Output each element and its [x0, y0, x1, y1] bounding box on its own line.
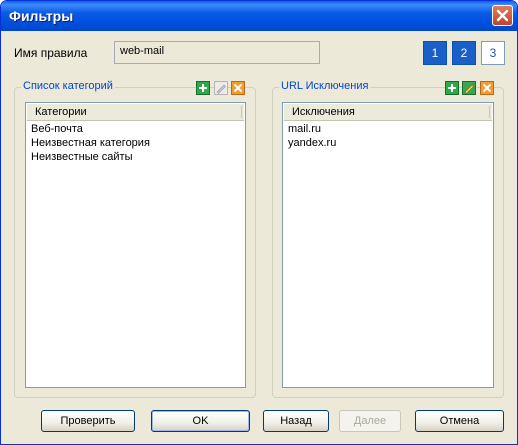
edit-exception-button[interactable]: [462, 81, 476, 95]
step-button-2[interactable]: 2: [452, 41, 476, 65]
list-item[interactable]: yandex.ru: [288, 136, 336, 150]
exceptions-group-title: URL Исключения: [279, 80, 371, 92]
window-title: Фильтры: [9, 8, 74, 24]
step-button-1[interactable]: 1: [423, 41, 447, 65]
cancel-button[interactable]: Отмена: [415, 410, 504, 432]
ok-button[interactable]: OK: [151, 410, 250, 432]
edit-icon: [214, 81, 228, 95]
list-item[interactable]: Веб-почта: [31, 122, 150, 136]
delete-category-button[interactable]: [231, 81, 245, 95]
next-button[interactable]: Далее: [339, 410, 401, 432]
add-exception-button[interactable]: [445, 81, 459, 95]
filters-dialog: Фильтры Имя правила web-mail 1 2 3 Списо…: [0, 0, 518, 445]
close-button[interactable]: [492, 5, 513, 26]
add-icon: [445, 81, 459, 95]
exceptions-list[interactable]: Исключения mail.ru yandex.ru: [282, 102, 494, 388]
edit-icon: [462, 81, 476, 95]
delete-exception-button[interactable]: [480, 81, 494, 95]
categories-column-header[interactable]: Категории: [27, 104, 244, 121]
edit-category-button[interactable]: [214, 81, 228, 95]
list-item[interactable]: Неизвестная категория: [31, 136, 150, 150]
back-button[interactable]: Назад: [263, 410, 329, 432]
add-icon: [196, 81, 210, 95]
close-icon: [496, 9, 509, 22]
categories-group-title: Список категорий: [21, 80, 115, 92]
title-bar[interactable]: Фильтры: [1, 1, 517, 31]
list-item[interactable]: Неизвестные сайты: [31, 150, 150, 164]
add-category-button[interactable]: [196, 81, 210, 95]
delete-icon: [480, 81, 494, 95]
list-item[interactable]: mail.ru: [288, 122, 336, 136]
rule-name-label: Имя правила: [14, 46, 88, 60]
categories-list[interactable]: Категории Веб-почта Неизвестная категори…: [25, 102, 246, 388]
exceptions-column-header-label: Исключения: [292, 106, 355, 118]
delete-icon: [231, 81, 245, 95]
rule-name-field[interactable]: web-mail: [114, 41, 320, 64]
categories-column-header-label: Категории: [35, 106, 87, 118]
step-button-3[interactable]: 3: [481, 41, 505, 65]
check-button[interactable]: Проверить: [41, 410, 135, 432]
exceptions-column-header[interactable]: Исключения: [284, 104, 492, 121]
